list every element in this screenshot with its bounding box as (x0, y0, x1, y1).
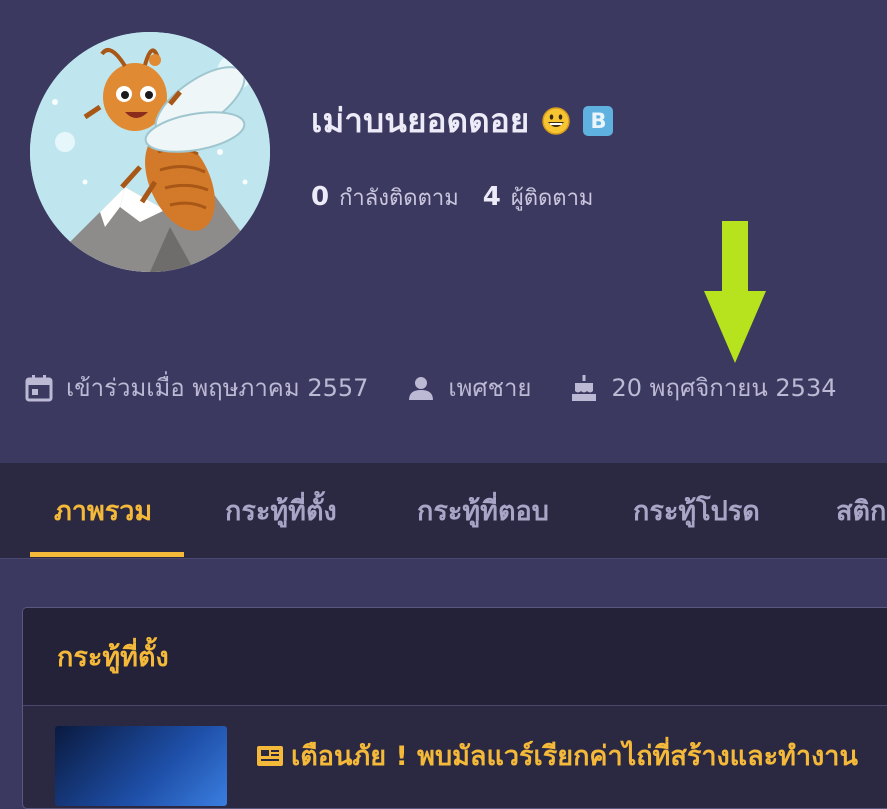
followers-label[interactable]: ผู้ติดตาม (511, 180, 594, 215)
topic-title[interactable]: เตือนภัย ! พบมัลแวร์เรียกค่าไถ่ที่สร้างแ… (291, 734, 858, 777)
birthday-cake-icon (572, 374, 597, 401)
birthday-text: 20 พฤศจิกายน 2534 (611, 374, 837, 402)
active-tab-indicator (30, 552, 184, 557)
following-label[interactable]: กำลังติดตาม (339, 180, 459, 215)
panel-title[interactable]: กระทู้ที่ตั้ง (23, 608, 887, 706)
followers-count[interactable]: 4 (483, 182, 501, 212)
created-topics-panel: กระทู้ที่ตั้ง เตือนภัย ! พบมัลแวร์เรียกค… (22, 607, 887, 809)
tab-overview[interactable]: ภาพรวม (54, 463, 152, 558)
tab-replied-topics[interactable]: กระทู้ที่ตอบ (417, 463, 549, 558)
gender-info: เพศชาย (406, 368, 531, 407)
follow-stats: 0 กำลังติดตาม 4 ผู้ติดตาม (311, 180, 593, 215)
tab-created-topics[interactable]: กระทู้ที่ตั้ง (225, 463, 337, 558)
gender-text: เพศชาย (448, 374, 532, 402)
newspaper-icon (257, 745, 283, 766)
topic-thumbnail[interactable] (55, 726, 227, 806)
profile-meta: เข้าร่วมเมื่อ พฤษภาคม 2557 เพศชาย 20 พฤศ… (24, 368, 874, 407)
person-icon (409, 376, 434, 400)
tab-favorite-topics[interactable]: กระทู้โปรด (633, 463, 760, 558)
following-count[interactable]: 0 (311, 182, 329, 212)
blog-badge-icon[interactable]: B (583, 105, 614, 136)
avatar[interactable] (30, 32, 270, 272)
topic-item[interactable]: เตือนภัย ! พบมัลแวร์เรียกค่าไถ่ที่สร้างแ… (55, 726, 858, 806)
grinning-face-emoji-icon (541, 106, 571, 136)
name-row: เม่าบนยอดดอย B (311, 94, 614, 147)
birthday-info: 20 พฤศจิกายน 2534 (569, 368, 836, 407)
profile-name: เม่าบนยอดดอย (311, 101, 530, 140)
profile-header: เม่าบนยอดดอย B 0 กำลังติดตาม 4 ผู้ติดตาม (0, 0, 887, 463)
down-arrow-icon (704, 221, 766, 363)
termite-mountain-illustration (30, 32, 270, 272)
calendar-icon (25, 374, 53, 401)
joined-text: เข้าร่วมเมื่อ พฤษภาคม 2557 (66, 374, 369, 402)
tab-stickers[interactable]: สติกเกอร์ (836, 463, 887, 558)
joined-info: เข้าร่วมเมื่อ พฤษภาคม 2557 (24, 368, 368, 407)
profile-tabbar: ภาพรวม กระทู้ที่ตั้ง กระทู้ที่ตอบ กระทู้… (0, 463, 887, 559)
